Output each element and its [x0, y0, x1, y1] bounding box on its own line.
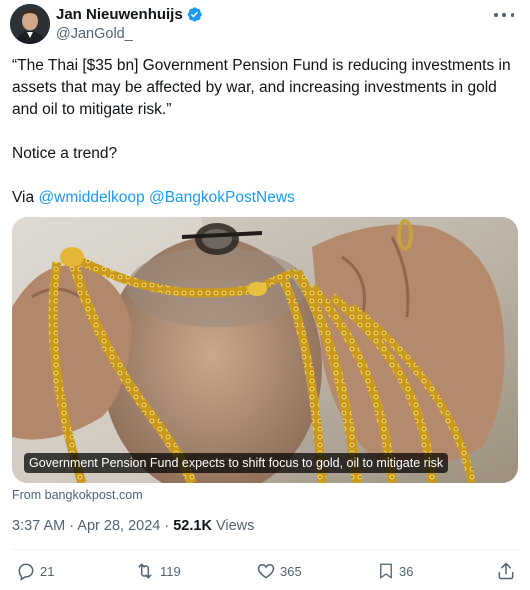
author-handle[interactable]: @JanGold_: [56, 25, 133, 43]
avatar[interactable]: [10, 4, 50, 44]
reply-count: 21: [40, 563, 55, 579]
reply-icon: [18, 563, 34, 581]
via-prefix: Via: [12, 189, 39, 206]
divider: [12, 549, 518, 550]
tweet-meta: 3:37 AM · Apr 28, 2024 · 52.1K Views: [12, 518, 254, 534]
mention-link[interactable]: @BangkokPostNews: [149, 189, 295, 206]
reply-button[interactable]: 21: [16, 561, 54, 581]
repost-icon: [138, 563, 152, 579]
tweet-quote: “The Thai [$35 bn] Government Pension Fu…: [12, 57, 511, 118]
like-button[interactable]: 365: [256, 561, 302, 581]
more-options-icon[interactable]: [494, 8, 514, 22]
share-button[interactable]: [496, 561, 516, 581]
mention-link[interactable]: @wmiddelkoop: [38, 189, 144, 206]
share-icon: [498, 562, 514, 580]
link-card-title[interactable]: Government Pension Fund expects to shift…: [24, 453, 449, 473]
tweet-via: Via @wmiddelkoop @BangkokPostNews: [12, 187, 524, 209]
like-count: 365: [280, 563, 302, 579]
tweet-line: Notice a trend?: [12, 145, 118, 162]
timestamp[interactable]: 3:37 AM · Apr 28, 2024 ·: [12, 518, 173, 534]
repost-count: 119: [160, 563, 181, 579]
repost-button[interactable]: 119: [134, 561, 181, 581]
tweet-text: “The Thai [$35 bn] Government Pension Fu…: [12, 55, 524, 209]
action-bar: 21 119 365 36: [0, 556, 530, 586]
heart-icon: [257, 563, 275, 579]
link-source[interactable]: From bangkokpost.com: [12, 488, 143, 502]
bookmark-count: 36: [399, 563, 414, 579]
bookmark-button[interactable]: 36: [377, 561, 413, 581]
link-card-image[interactable]: Government Pension Fund expects to shift…: [12, 217, 518, 483]
verified-badge-icon: [187, 7, 202, 22]
gold-chains-photo: [12, 217, 518, 483]
views-label: Views: [211, 518, 255, 534]
bookmark-icon: [380, 563, 392, 579]
views-count: 52.1K: [173, 518, 212, 534]
author-name-text[interactable]: Jan Nieuwenhuijs: [56, 5, 183, 24]
author-name[interactable]: Jan Nieuwenhuijs: [56, 5, 203, 24]
